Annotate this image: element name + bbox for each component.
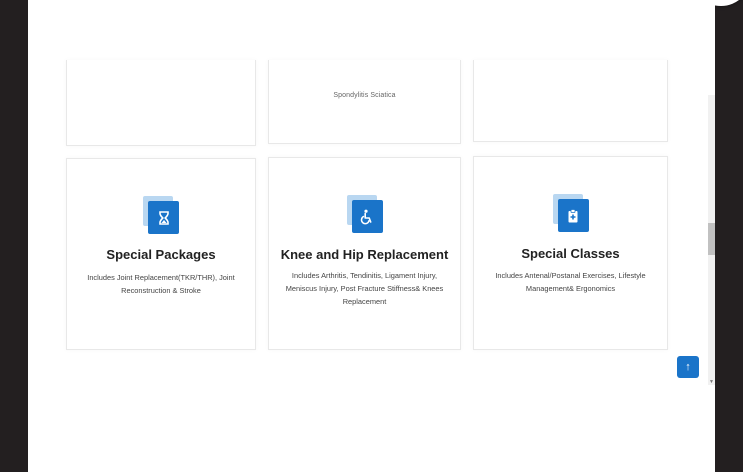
arrow-up-icon: ↑ — [685, 361, 691, 373]
service-card-knee-hip[interactable]: Knee and Hip Replacement Includes Arthri… — [268, 157, 461, 350]
wheelchair-icon — [346, 195, 383, 233]
service-card-top-left — [66, 60, 256, 146]
card-description: Includes Joint Replacement(TKR/THR), Joi… — [87, 273, 235, 295]
vertical-scrollbar[interactable]: ▼ — [708, 95, 715, 385]
card-title: Special Packages — [106, 247, 216, 262]
card-description: Includes Arthritis, Tendinitis, Ligament… — [285, 271, 444, 306]
scrollbar-thumb[interactable] — [708, 223, 715, 255]
service-card-top-right — [473, 60, 668, 142]
card-title: Special Classes — [521, 246, 620, 261]
medical-clipboard-icon — [552, 194, 589, 232]
hourglass-icon — [143, 196, 179, 234]
card-description: Includes Antenal/Postanal Exercises, Lif… — [495, 271, 646, 293]
service-card-special-classes[interactable]: Special Classes Includes Antenal/Postana… — [473, 156, 668, 350]
service-card-special-packages[interactable]: Special Packages Includes Joint Replacem… — [66, 158, 256, 350]
service-card-top-middle: Spondylitis Sciatica — [268, 60, 461, 144]
page-content: Spondylitis Sciatica Special Packages In… — [28, 0, 715, 472]
card-title: Knee and Hip Replacement — [280, 247, 449, 262]
scroll-to-top-button[interactable]: ↑ — [677, 356, 699, 378]
scroll-down-arrow-icon[interactable]: ▼ — [709, 379, 714, 385]
card-description: Spondylitis Sciatica — [333, 92, 396, 99]
